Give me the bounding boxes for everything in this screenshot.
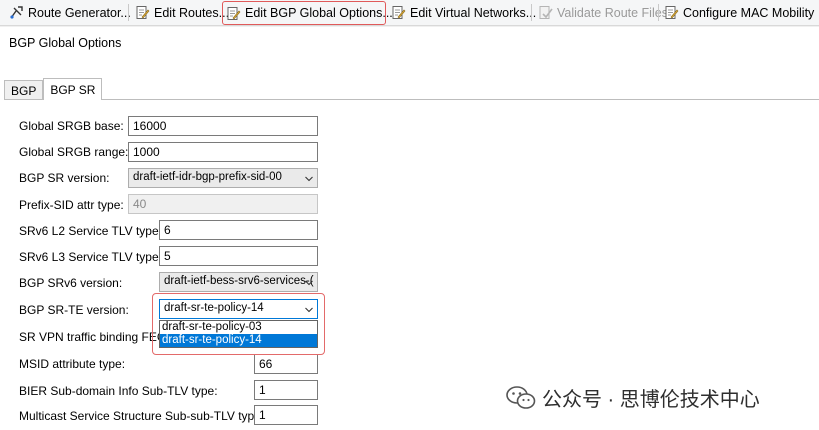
chevron-down-icon (305, 305, 313, 313)
edit-routes-label: Edit Routes... (154, 5, 230, 20)
bgp-sr-version-value: draft-ietf-idr-bgp-prefix-sid-00 (133, 171, 282, 183)
configure-mac-mobility-label: Configure MAC Mobility (683, 5, 815, 20)
configure-mac-mobility-button[interactable]: Configure MAC Mobility (661, 2, 817, 23)
toolbar-separator (658, 4, 659, 21)
dropdown-option-selected[interactable]: draft-sr-te-policy-14 (160, 334, 317, 347)
bgp-srte-version-value: draft-sr-te-policy-14 (164, 302, 264, 314)
validate-icon (538, 5, 553, 20)
edit-bgp-global-options-button[interactable]: Edit BGP Global Options... (222, 1, 393, 25)
chevron-down-icon (305, 174, 313, 182)
bgp-srv6-version-label: BGP SRv6 version: (19, 276, 123, 290)
bgp-sr-version-label: BGP SR version: (19, 171, 110, 185)
bgp-sr-version-select[interactable]: draft-ietf-idr-bgp-prefix-sid-00 (128, 168, 318, 188)
srv6-l2-tlv-type-label: SRv6 L2 Service TLV type: (19, 224, 162, 238)
tab-bgp-sr[interactable]: BGP SR (43, 78, 103, 100)
bgp-srv6-version-value: draft-ietf-bess-srv6-services-( (164, 275, 314, 287)
watermark: 公众号 · 思博伦技术中心 (506, 383, 760, 412)
edit-document-icon (391, 5, 406, 20)
route-generator-label: Route Generator... (28, 5, 131, 20)
bgp-srte-version-select[interactable]: draft-sr-te-policy-14 (159, 299, 318, 319)
global-srgb-base-input[interactable]: 16000 (128, 116, 318, 136)
msid-attr-type-label: MSID attribute type: (19, 357, 126, 371)
multicast-service-subsub-tlv-input[interactable]: 1 (254, 405, 318, 425)
global-srgb-range-input[interactable]: 1000 (128, 142, 318, 162)
srv6-l2-tlv-type-input[interactable]: 6 (159, 220, 318, 240)
srv6-l3-tlv-type-label: SRv6 L3 Service TLV type: (19, 250, 162, 264)
edit-document-icon (226, 6, 241, 21)
edit-bgp-global-options-label: Edit BGP Global Options... (245, 6, 393, 20)
route-generator-button[interactable]: Route Generator... (6, 2, 134, 23)
prefix-sid-attr-type-label: Prefix-SID attr type: (19, 198, 124, 212)
global-srgb-range-label: Global SRGB range: (19, 145, 129, 159)
validate-route-files-label: Validate Route Files (557, 5, 668, 20)
sr-vpn-binding-label: SR VPN traffic binding FEC t (19, 330, 173, 344)
edit-virtual-networks-label: Edit Virtual Networks... (410, 5, 537, 20)
chevron-down-icon (305, 278, 313, 286)
toolbar: Route Generator... Edit Routes... Edit B… (0, 0, 819, 26)
window-title: BGP Global Options (9, 36, 122, 50)
edit-routes-button[interactable]: Edit Routes... (132, 2, 232, 23)
dropdown-option[interactable]: draft-sr-te-policy-03 (160, 321, 317, 334)
bgp-srte-version-label: BGP SR-TE version: (19, 303, 129, 317)
srv6-l3-tlv-type-input[interactable]: 5 (159, 246, 318, 266)
bgp-srv6-version-select[interactable]: draft-ietf-bess-srv6-services-( (159, 272, 318, 292)
edit-virtual-networks-button[interactable]: Edit Virtual Networks... (388, 2, 539, 23)
prefix-sid-attr-type-input: 40 (128, 194, 318, 214)
watermark-text: 公众号 · 思博伦技术中心 (542, 389, 760, 411)
tab-bgp[interactable]: BGP (4, 80, 44, 100)
toolbar-separator (128, 4, 129, 21)
bgp-srte-version-dropdown: draft-sr-te-policy-03 draft-sr-te-policy… (159, 320, 318, 348)
tab-strip: BGP BGP SR (4, 78, 103, 100)
toolbar-separator (531, 4, 532, 21)
route-generator-icon (9, 5, 24, 20)
edit-document-icon (135, 5, 150, 20)
multicast-service-subsub-tlv-label: Multicast Service Structure Sub-sub-TLV … (19, 409, 265, 423)
global-srgb-base-label: Global SRGB base: (19, 119, 124, 133)
wechat-logo-icon (506, 385, 536, 411)
bier-subdomain-tlv-label: BIER Sub-domain Info Sub-TLV type: (19, 384, 218, 398)
edit-document-icon (664, 5, 679, 20)
msid-attr-type-input[interactable]: 66 (254, 354, 318, 374)
validate-route-files-button[interactable]: Validate Route Files (535, 2, 671, 23)
bier-subdomain-tlv-input[interactable]: 1 (254, 380, 318, 400)
